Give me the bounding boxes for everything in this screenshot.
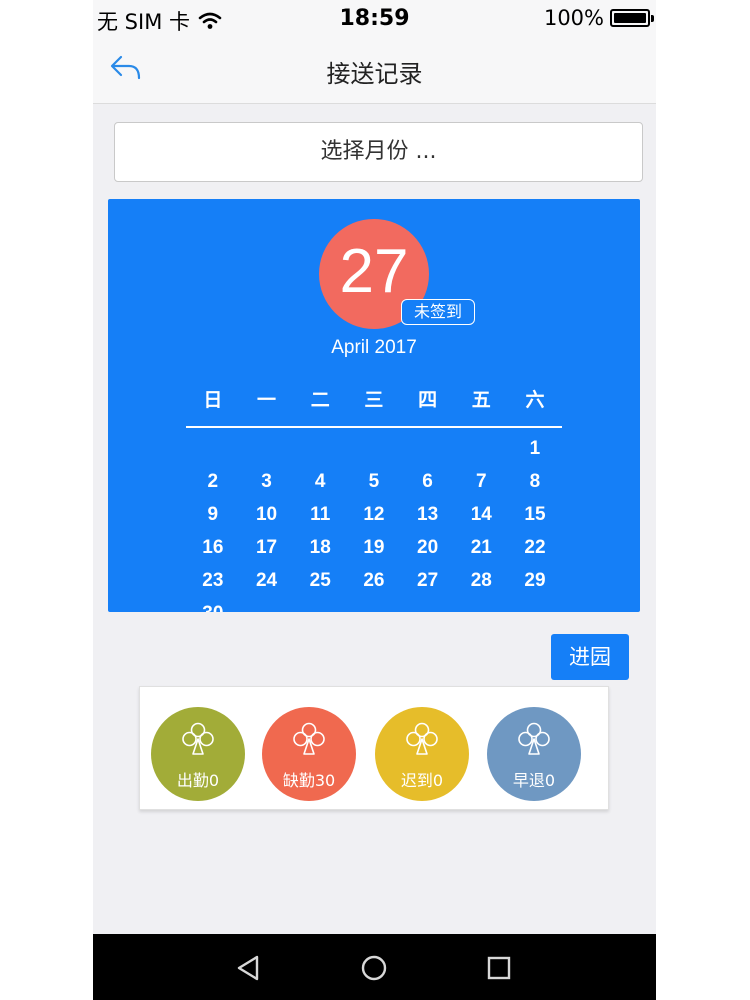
- calendar-day: [454, 432, 508, 465]
- calendar-divider: [186, 426, 562, 428]
- calendar-day[interactable]: 2: [186, 465, 240, 498]
- calendar-day[interactable]: 1: [508, 432, 562, 465]
- month-select-button[interactable]: 选择月份 ...: [114, 122, 643, 182]
- nav-bar: 接送记录: [93, 40, 656, 104]
- calendar-day: [454, 597, 508, 612]
- calendar-day[interactable]: 10: [240, 498, 294, 531]
- clover-icon: [293, 722, 325, 755]
- weekday-label: 日: [203, 389, 223, 411]
- calendar-day[interactable]: 28: [454, 564, 508, 597]
- calendar-day[interactable]: 21: [454, 531, 508, 564]
- calendar-day[interactable]: 27: [401, 564, 455, 597]
- status-bar: 无 SIM 卡 18:59 100%: [93, 0, 656, 40]
- battery-icon: [610, 9, 654, 27]
- calendar-day: [186, 432, 240, 465]
- enter-school-button[interactable]: 进园: [551, 634, 629, 680]
- calendar-day[interactable]: 18: [293, 531, 347, 564]
- calendar-day: [347, 597, 401, 612]
- calendar-day: [293, 432, 347, 465]
- calendar-day: [293, 597, 347, 612]
- square-recents-icon: [487, 956, 511, 980]
- weekday-label: 二: [310, 389, 330, 411]
- attendance-stats-card: 出勤0 缺勤30 迟到0 早退0: [139, 686, 609, 810]
- weekday-header: 日 一 二 三 四 五 六: [186, 385, 562, 412]
- calendar-day[interactable]: 19: [347, 531, 401, 564]
- triangle-back-icon: [237, 955, 259, 981]
- calendar-day: [401, 432, 455, 465]
- calendar-day: [347, 432, 401, 465]
- weekday-label: 五: [471, 389, 491, 411]
- weekday-label: 三: [364, 389, 384, 411]
- clover-icon: [406, 722, 438, 755]
- calendar-day[interactable]: 3: [240, 465, 294, 498]
- stat-late[interactable]: 迟到0: [375, 707, 469, 801]
- calendar-day[interactable]: 25: [293, 564, 347, 597]
- weekday-label: 一: [257, 389, 277, 411]
- calendar-day: [240, 432, 294, 465]
- circle-home-icon: [361, 955, 387, 981]
- calendar-day[interactable]: 14: [454, 498, 508, 531]
- calendar-day[interactable]: 6: [401, 465, 455, 498]
- clover-icon: [182, 722, 214, 755]
- calendar-day[interactable]: 11: [293, 498, 347, 531]
- calendar-day[interactable]: 23: [186, 564, 240, 597]
- stat-label: 出勤0: [176, 771, 220, 790]
- calendar-day[interactable]: 12: [347, 498, 401, 531]
- calendar-day[interactable]: 8: [508, 465, 562, 498]
- stat-absence[interactable]: 缺勤30: [262, 707, 356, 801]
- month-label: April 2017: [331, 337, 417, 358]
- calendar-day[interactable]: 17: [240, 531, 294, 564]
- system-nav-bar: [93, 934, 656, 1000]
- calendar-day[interactable]: 22: [508, 531, 562, 564]
- calendar-grid: 1 2 3 4 5 6 7 8 9 10 11 12 13 14 15 16 1…: [186, 432, 562, 612]
- calendar-day[interactable]: 29: [508, 564, 562, 597]
- calendar-panel: 27 未签到 April 2017 日 一 二 三 四 五 六 1 2 3 4 …: [108, 199, 640, 612]
- page-title: 接送记录: [326, 60, 423, 88]
- clover-icon: [518, 722, 550, 755]
- calendar-day[interactable]: 26: [347, 564, 401, 597]
- calendar-day[interactable]: 20: [401, 531, 455, 564]
- weekday-label: 四: [418, 389, 438, 411]
- system-recents-button[interactable]: [483, 952, 515, 984]
- calendar-day[interactable]: 13: [401, 498, 455, 531]
- calendar-day: [508, 597, 562, 612]
- calendar-day[interactable]: 16: [186, 531, 240, 564]
- calendar-day[interactable]: 7: [454, 465, 508, 498]
- calendar-day[interactable]: 24: [240, 564, 294, 597]
- stat-attendance[interactable]: 出勤0: [151, 707, 245, 801]
- weekday-label: 六: [525, 389, 545, 411]
- calendar-day: [401, 597, 455, 612]
- battery-percent: 100%: [543, 6, 604, 30]
- system-back-button[interactable]: [233, 952, 265, 984]
- calendar-day[interactable]: 9: [186, 498, 240, 531]
- system-home-button[interactable]: [358, 952, 390, 984]
- stat-label: 迟到0: [400, 771, 444, 790]
- calendar-day[interactable]: 15: [508, 498, 562, 531]
- calendar-day[interactable]: 5: [347, 465, 401, 498]
- stat-early-leave[interactable]: 早退0: [487, 707, 581, 801]
- phone-screen: 无 SIM 卡 18:59 100% 接送记录 选择月份 ... 27 未签到 …: [93, 0, 656, 1000]
- sign-status-chip[interactable]: 未签到: [401, 299, 475, 325]
- calendar-day[interactable]: 4: [293, 465, 347, 498]
- calendar-day: [240, 597, 294, 612]
- stat-label: 早退0: [512, 771, 556, 790]
- stat-label: 缺勤30: [282, 771, 336, 790]
- status-right: 100%: [543, 6, 654, 30]
- calendar-day[interactable]: 30: [186, 597, 240, 612]
